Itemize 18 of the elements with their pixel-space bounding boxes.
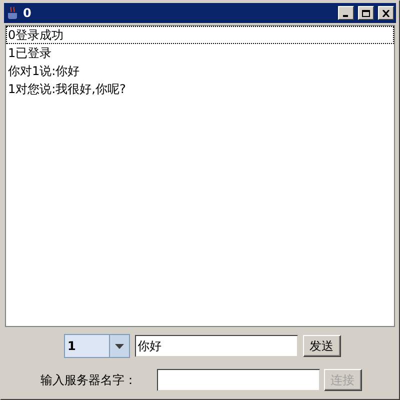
message-item[interactable]: 你对1说:你好 xyxy=(6,62,394,80)
close-button[interactable] xyxy=(378,6,394,20)
message-item[interactable]: 1对您说:我很好,你呢? xyxy=(6,80,394,98)
message-item[interactable]: 0登录成功 xyxy=(6,26,394,44)
message-field[interactable]: 你好 xyxy=(134,335,298,357)
window-title: 0 xyxy=(23,5,32,22)
minimize-button[interactable] xyxy=(338,6,354,20)
caret-icon xyxy=(114,344,124,348)
send-button[interactable]: 发送 xyxy=(302,335,340,357)
message-item[interactable]: 1已登录 xyxy=(6,44,394,62)
maximize-icon xyxy=(362,10,370,16)
recipient-value: 1 xyxy=(66,338,77,355)
close-icon xyxy=(382,10,390,16)
server-name-field[interactable] xyxy=(156,369,320,391)
server-name-label: 输入服务器名字： xyxy=(40,372,138,389)
recipient-dropdown[interactable]: 1 xyxy=(64,334,130,358)
maximize-button[interactable] xyxy=(358,6,374,20)
cup-icon xyxy=(6,6,20,20)
